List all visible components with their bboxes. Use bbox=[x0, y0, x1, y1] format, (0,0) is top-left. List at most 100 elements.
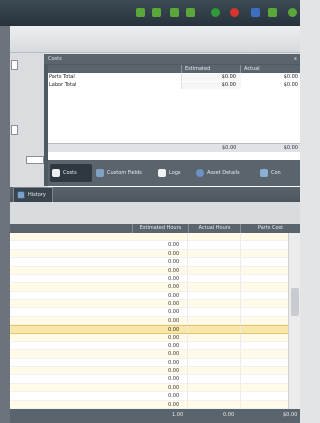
actual-hours-cell bbox=[187, 258, 241, 266]
tab-custom-fields[interactable]: Custom Fields bbox=[94, 164, 154, 182]
cost-row-actual: $0.00 bbox=[283, 74, 298, 80]
actual-hours-cell bbox=[187, 383, 241, 392]
estimated-hours-cell: 0.00 bbox=[168, 284, 180, 291]
scrollbar-thumb[interactable] bbox=[291, 288, 299, 316]
tab-logs[interactable]: Logs bbox=[156, 164, 192, 182]
cost-row-actual: $0.00 bbox=[283, 82, 298, 88]
column-header-estimated[interactable]: Estimated bbox=[181, 65, 240, 73]
table-row[interactable]: 0.00 bbox=[10, 358, 288, 368]
actual-hours-cell bbox=[187, 316, 241, 325]
history-totals-row: 1.00 0.00 $0.00 bbox=[10, 409, 300, 423]
column-header-parts-cost[interactable]: Parts Cost bbox=[240, 224, 300, 233]
table-row[interactable]: 0.00 bbox=[10, 341, 288, 351]
tab-costs[interactable]: Costs bbox=[50, 164, 92, 182]
vertical-scrollbar[interactable] bbox=[288, 233, 300, 409]
tab-label: History bbox=[28, 192, 46, 198]
costs-icon bbox=[52, 169, 60, 177]
estimated-hours-cell: 0.00 bbox=[168, 259, 180, 266]
dropdown-button[interactable] bbox=[26, 156, 44, 164]
actual-hours-cell bbox=[187, 249, 241, 258]
total-actual-hours: 0.00 bbox=[223, 412, 235, 418]
table-row[interactable]: 0.00 bbox=[10, 308, 288, 317]
left-splitter[interactable] bbox=[0, 26, 10, 423]
estimated-hours-cell: 0.00 bbox=[168, 384, 180, 391]
actual-hours-cell bbox=[187, 233, 241, 241]
actual-hours-cell bbox=[187, 274, 241, 283]
table-row[interactable]: 0.00 bbox=[10, 291, 288, 301]
estimated-hours-cell: 0.00 bbox=[168, 267, 180, 274]
column-header-label[interactable] bbox=[48, 65, 181, 73]
tab-history[interactable]: History bbox=[13, 187, 53, 202]
table-row[interactable]: 0.00 bbox=[10, 274, 288, 284]
tab-contacts[interactable]: Con bbox=[258, 164, 298, 182]
estimated-hours-cell: 0.00 bbox=[168, 368, 180, 375]
history-rows: 0.00 0.00 0.00 0.00 0.00 0.00 0.00 0.00 0.00 0.00… bbox=[10, 233, 288, 409]
actual-hours-cell bbox=[187, 266, 241, 274]
table-row[interactable]: 0.00 bbox=[10, 333, 288, 342]
actual-hours-cell bbox=[187, 308, 241, 316]
cost-row-label: Parts Total bbox=[49, 74, 75, 80]
column-header-actual[interactable]: Actual bbox=[240, 65, 300, 73]
refresh-icon[interactable] bbox=[288, 8, 297, 17]
table-row[interactable]: 0.00 bbox=[10, 392, 288, 401]
cost-row-label: Labor Total bbox=[49, 82, 77, 88]
actual-hours-cell bbox=[187, 350, 241, 358]
actual-hours-cell bbox=[187, 291, 241, 300]
table-row[interactable]: 0.00 bbox=[10, 383, 288, 393]
estimated-hours-cell: 0.00 bbox=[168, 393, 180, 400]
total-estimated-hours: 1.00 bbox=[172, 412, 184, 418]
table-row[interactable]: 0.00 bbox=[10, 249, 288, 259]
table-row[interactable]: 0.00 bbox=[10, 266, 288, 275]
cost-row-parts[interactable]: Parts Total $0.00 $0.00 bbox=[48, 74, 300, 81]
table-row[interactable]: 0.00 bbox=[10, 258, 288, 267]
checkmark-icon[interactable] bbox=[136, 8, 145, 17]
save-icon[interactable] bbox=[251, 8, 260, 17]
table-row[interactable]: 0.00 bbox=[10, 283, 288, 292]
arrow-left-icon[interactable] bbox=[170, 8, 179, 17]
actual-hours-cell bbox=[187, 341, 241, 350]
history-icon bbox=[17, 191, 25, 199]
asset-details-icon bbox=[196, 169, 204, 177]
estimated-hours-cell: 0.00 bbox=[168, 342, 180, 349]
table-row[interactable]: 0.00 bbox=[10, 300, 288, 309]
table-row[interactable]: 0.00 bbox=[10, 241, 288, 250]
add-icon[interactable] bbox=[211, 8, 220, 17]
column-header-estimated-hours[interactable]: Estimated Hours bbox=[132, 224, 188, 233]
column-header-blank bbox=[10, 224, 132, 233]
table-row[interactable]: 0.00 bbox=[10, 400, 288, 409]
detail-tabs: Costs Custom Fields Logs Asset Details C… bbox=[48, 160, 300, 186]
total-actual: $0.00 bbox=[283, 145, 298, 151]
costs-panel-header: Costs bbox=[44, 54, 300, 64]
table-row[interactable]: 0.00 bbox=[10, 350, 288, 359]
estimated-hours-cell: 0.00 bbox=[168, 301, 180, 308]
table-row[interactable]: 0.00 bbox=[10, 316, 288, 326]
actual-hours-cell bbox=[187, 241, 241, 249]
table-row[interactable]: 0.00 bbox=[10, 325, 288, 334]
estimated-hours-cell: 0.00 bbox=[168, 275, 180, 282]
table-row[interactable] bbox=[10, 233, 288, 242]
estimated-hours-cell: 0.00 bbox=[168, 250, 180, 257]
estimated-hours-cell: 0.00 bbox=[168, 317, 180, 324]
total-estimated: $0.00 bbox=[222, 145, 237, 151]
cost-row-estimated: $0.00 bbox=[221, 82, 236, 88]
actual-hours-cell bbox=[187, 333, 241, 341]
tab-label: Costs bbox=[63, 170, 77, 176]
costs-totals-row: $0.00 $0.00 bbox=[48, 143, 300, 152]
estimated-hours-cell: 0.00 bbox=[168, 292, 180, 299]
close-icon[interactable]: x bbox=[294, 54, 297, 64]
tab-asset-details[interactable]: Asset Details bbox=[194, 164, 256, 182]
cost-row-labor[interactable]: Labor Total $0.00 $0.00 bbox=[48, 82, 300, 89]
costs-panel-title: Costs bbox=[48, 56, 62, 62]
delete-icon[interactable] bbox=[230, 8, 239, 17]
arrow-up-icon[interactable] bbox=[186, 8, 195, 17]
tab-label: Logs bbox=[169, 170, 181, 176]
tab-label: Custom Fields bbox=[107, 170, 142, 176]
left-field-marker bbox=[11, 125, 18, 135]
table-row[interactable]: 0.00 bbox=[10, 375, 288, 384]
table-row[interactable]: 0.00 bbox=[10, 367, 288, 376]
undo-icon[interactable] bbox=[268, 8, 277, 17]
arrow-right-icon[interactable] bbox=[152, 8, 161, 17]
column-header-actual-hours[interactable]: Actual Hours bbox=[188, 224, 240, 233]
actual-hours-cell bbox=[187, 283, 241, 291]
actual-hours-cell bbox=[187, 326, 241, 333]
